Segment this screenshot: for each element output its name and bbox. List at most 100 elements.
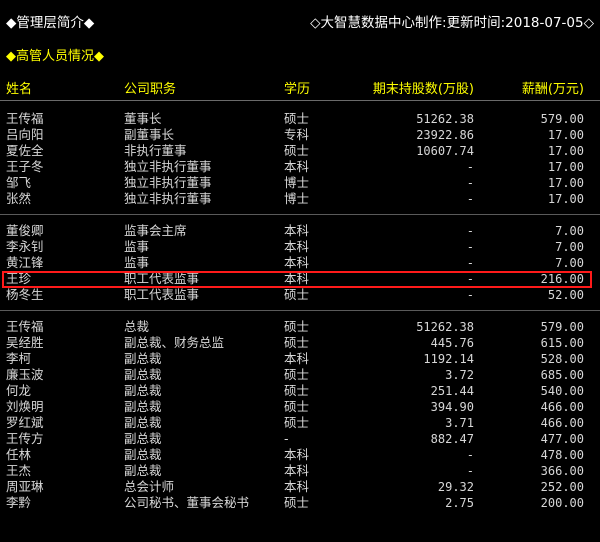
group-separator <box>0 207 600 223</box>
cell-education: - <box>284 431 289 446</box>
cell-salary: 17.00 <box>547 144 584 158</box>
table-header: 姓名 公司职务 学历 期末持股数(万股) 薪酬(万元) <box>0 76 600 98</box>
cell-education: 本科 <box>284 159 310 174</box>
table-row[interactable]: 王珍 职工代表监事 本科 - 216.00 <box>0 271 600 288</box>
header-shares: 期末持股数(万股) <box>372 82 474 97</box>
cell-name: 李永钊 <box>6 239 44 254</box>
update-info: ◇大智慧数据中心制作:更新时间:2018-07-05◇ <box>310 15 594 31</box>
cell-position: 副总裁 <box>124 415 162 430</box>
cell-position: 公司秘书、董事会秘书 <box>124 495 250 510</box>
cell-name: 吕向阳 <box>6 127 44 142</box>
cell-name: 邹飞 <box>6 175 32 190</box>
cell-position: 副总裁 <box>124 351 162 366</box>
table-row[interactable]: 周亚琳 总会计师 本科 29.32 252.00 <box>0 479 600 495</box>
cell-shares: 445.76 <box>430 336 474 350</box>
top-bar: ◆管理层简介◆ ◇大智慧数据中心制作:更新时间:2018-07-05◇ <box>0 0 600 40</box>
cell-salary: 17.00 <box>547 176 584 190</box>
table-row[interactable]: 王传福 董事长 硕士 51262.38 579.00 <box>0 111 600 127</box>
header-divider <box>0 100 600 101</box>
table-row[interactable]: 王传福 总裁 硕士 51262.38 579.00 <box>0 319 600 335</box>
cell-position: 非执行董事 <box>124 143 187 158</box>
table-row[interactable]: 夏佐全 非执行董事 硕士 10607.74 17.00 <box>0 143 600 159</box>
table-row[interactable]: 罗红斌 副总裁 硕士 3.71 466.00 <box>0 415 600 431</box>
cell-salary: 579.00 <box>540 112 584 126</box>
cell-name: 王子冬 <box>6 159 44 174</box>
cell-salary: 7.00 <box>555 256 584 270</box>
cell-education: 本科 <box>284 351 310 366</box>
cell-salary: 478.00 <box>540 448 584 462</box>
cell-education: 硕士 <box>284 399 310 414</box>
cell-salary: 540.00 <box>540 384 584 398</box>
cell-position: 监事 <box>124 239 150 254</box>
cell-position: 副总裁、财务总监 <box>124 335 225 350</box>
table-row[interactable]: 王子冬 独立非执行董事 本科 - 17.00 <box>0 159 600 175</box>
header-position: 公司职务 <box>124 82 177 97</box>
cell-shares: - <box>466 160 474 174</box>
cell-education: 硕士 <box>284 495 310 510</box>
cell-salary: 685.00 <box>540 368 584 382</box>
table-row[interactable]: 杨冬生 职工代表监事 硕士 - 52.00 <box>0 287 600 303</box>
cell-shares: - <box>466 224 474 238</box>
cell-education: 博士 <box>284 175 310 190</box>
cell-shares: 882.47 <box>430 432 474 446</box>
cell-education: 硕士 <box>284 319 310 334</box>
section-title: ◆高管人员情况◆ <box>6 49 104 64</box>
cell-name: 任林 <box>6 447 32 462</box>
cell-shares: 3.71 <box>445 416 474 430</box>
table-row[interactable]: 廉玉波 副总裁 硕士 3.72 685.00 <box>0 367 600 383</box>
table-row[interactable]: 刘焕明 副总裁 硕士 394.90 466.00 <box>0 399 600 415</box>
cell-salary: 466.00 <box>540 416 584 430</box>
cell-position: 职工代表监事 <box>124 287 200 302</box>
cell-salary: 17.00 <box>547 160 584 174</box>
cell-name: 周亚琳 <box>6 479 44 494</box>
cell-name: 张然 <box>6 191 32 206</box>
table-row[interactable]: 黄江锋 监事 本科 - 7.00 <box>0 255 600 271</box>
cell-position: 监事会主席 <box>124 223 187 238</box>
table-row[interactable]: 吕向阳 副董事长 专科 23922.86 17.00 <box>0 127 600 143</box>
cell-name: 杨冬生 <box>6 287 44 302</box>
table-row[interactable]: 王杰 副总裁 本科 - 366.00 <box>0 463 600 479</box>
cell-position: 职工代表监事 <box>124 271 200 286</box>
cell-shares: - <box>466 256 474 270</box>
cell-shares: 51262.38 <box>416 320 474 334</box>
separator-line <box>0 214 600 215</box>
table-row[interactable]: 李柯 副总裁 本科 1192.14 528.00 <box>0 351 600 367</box>
cell-name: 吴经胜 <box>6 335 44 350</box>
table-row[interactable]: 何龙 副总裁 硕士 251.44 540.00 <box>0 383 600 399</box>
cell-salary: 477.00 <box>540 432 584 446</box>
cell-name: 董俊卿 <box>6 223 44 238</box>
cell-name: 黄江锋 <box>6 255 44 270</box>
cell-position: 副总裁 <box>124 447 162 462</box>
cell-position: 总裁 <box>124 319 150 334</box>
cell-education: 硕士 <box>284 335 310 350</box>
cell-shares: 23922.86 <box>416 128 474 142</box>
cell-education: 本科 <box>284 255 310 270</box>
table-row[interactable]: 王传方 副总裁 - 882.47 477.00 <box>0 431 600 447</box>
table-row[interactable]: 任林 副总裁 本科 - 478.00 <box>0 447 600 463</box>
cell-education: 专科 <box>284 127 310 142</box>
cell-position: 独立非执行董事 <box>124 159 212 174</box>
table-row[interactable]: 李黔 公司秘书、董事会秘书 硕士 2.75 200.00 <box>0 495 600 511</box>
cell-position: 总会计师 <box>124 479 175 494</box>
table-row[interactable]: 吴经胜 副总裁、财务总监 硕士 445.76 615.00 <box>0 335 600 351</box>
cell-shares: 51262.38 <box>416 112 474 126</box>
table-row[interactable]: 李永钊 监事 本科 - 7.00 <box>0 239 600 255</box>
cell-education: 硕士 <box>284 111 310 126</box>
cell-shares: 2.75 <box>445 496 474 510</box>
executive-table: 王传福 董事长 硕士 51262.38 579.00 吕向阳 副董事长 专科 23922.86 1… <box>0 111 600 511</box>
cell-position: 副董事长 <box>124 127 175 142</box>
cell-name: 王传福 <box>6 319 44 334</box>
cell-salary: 17.00 <box>547 192 584 206</box>
cell-education: 本科 <box>284 239 310 254</box>
cell-shares: - <box>466 288 474 302</box>
cell-shares: - <box>466 240 474 254</box>
cell-shares: 251.44 <box>430 384 474 398</box>
cell-shares: - <box>466 448 474 462</box>
table-row[interactable]: 张然 独立非执行董事 博士 - 17.00 <box>0 191 600 207</box>
table-row[interactable]: 邹飞 独立非执行董事 博士 - 17.00 <box>0 175 600 191</box>
header-name: 姓名 <box>6 82 33 97</box>
cell-position: 副总裁 <box>124 399 162 414</box>
cell-education: 本科 <box>284 223 310 238</box>
cell-position: 副总裁 <box>124 431 162 446</box>
table-row[interactable]: 董俊卿 监事会主席 本科 - 7.00 <box>0 223 600 239</box>
